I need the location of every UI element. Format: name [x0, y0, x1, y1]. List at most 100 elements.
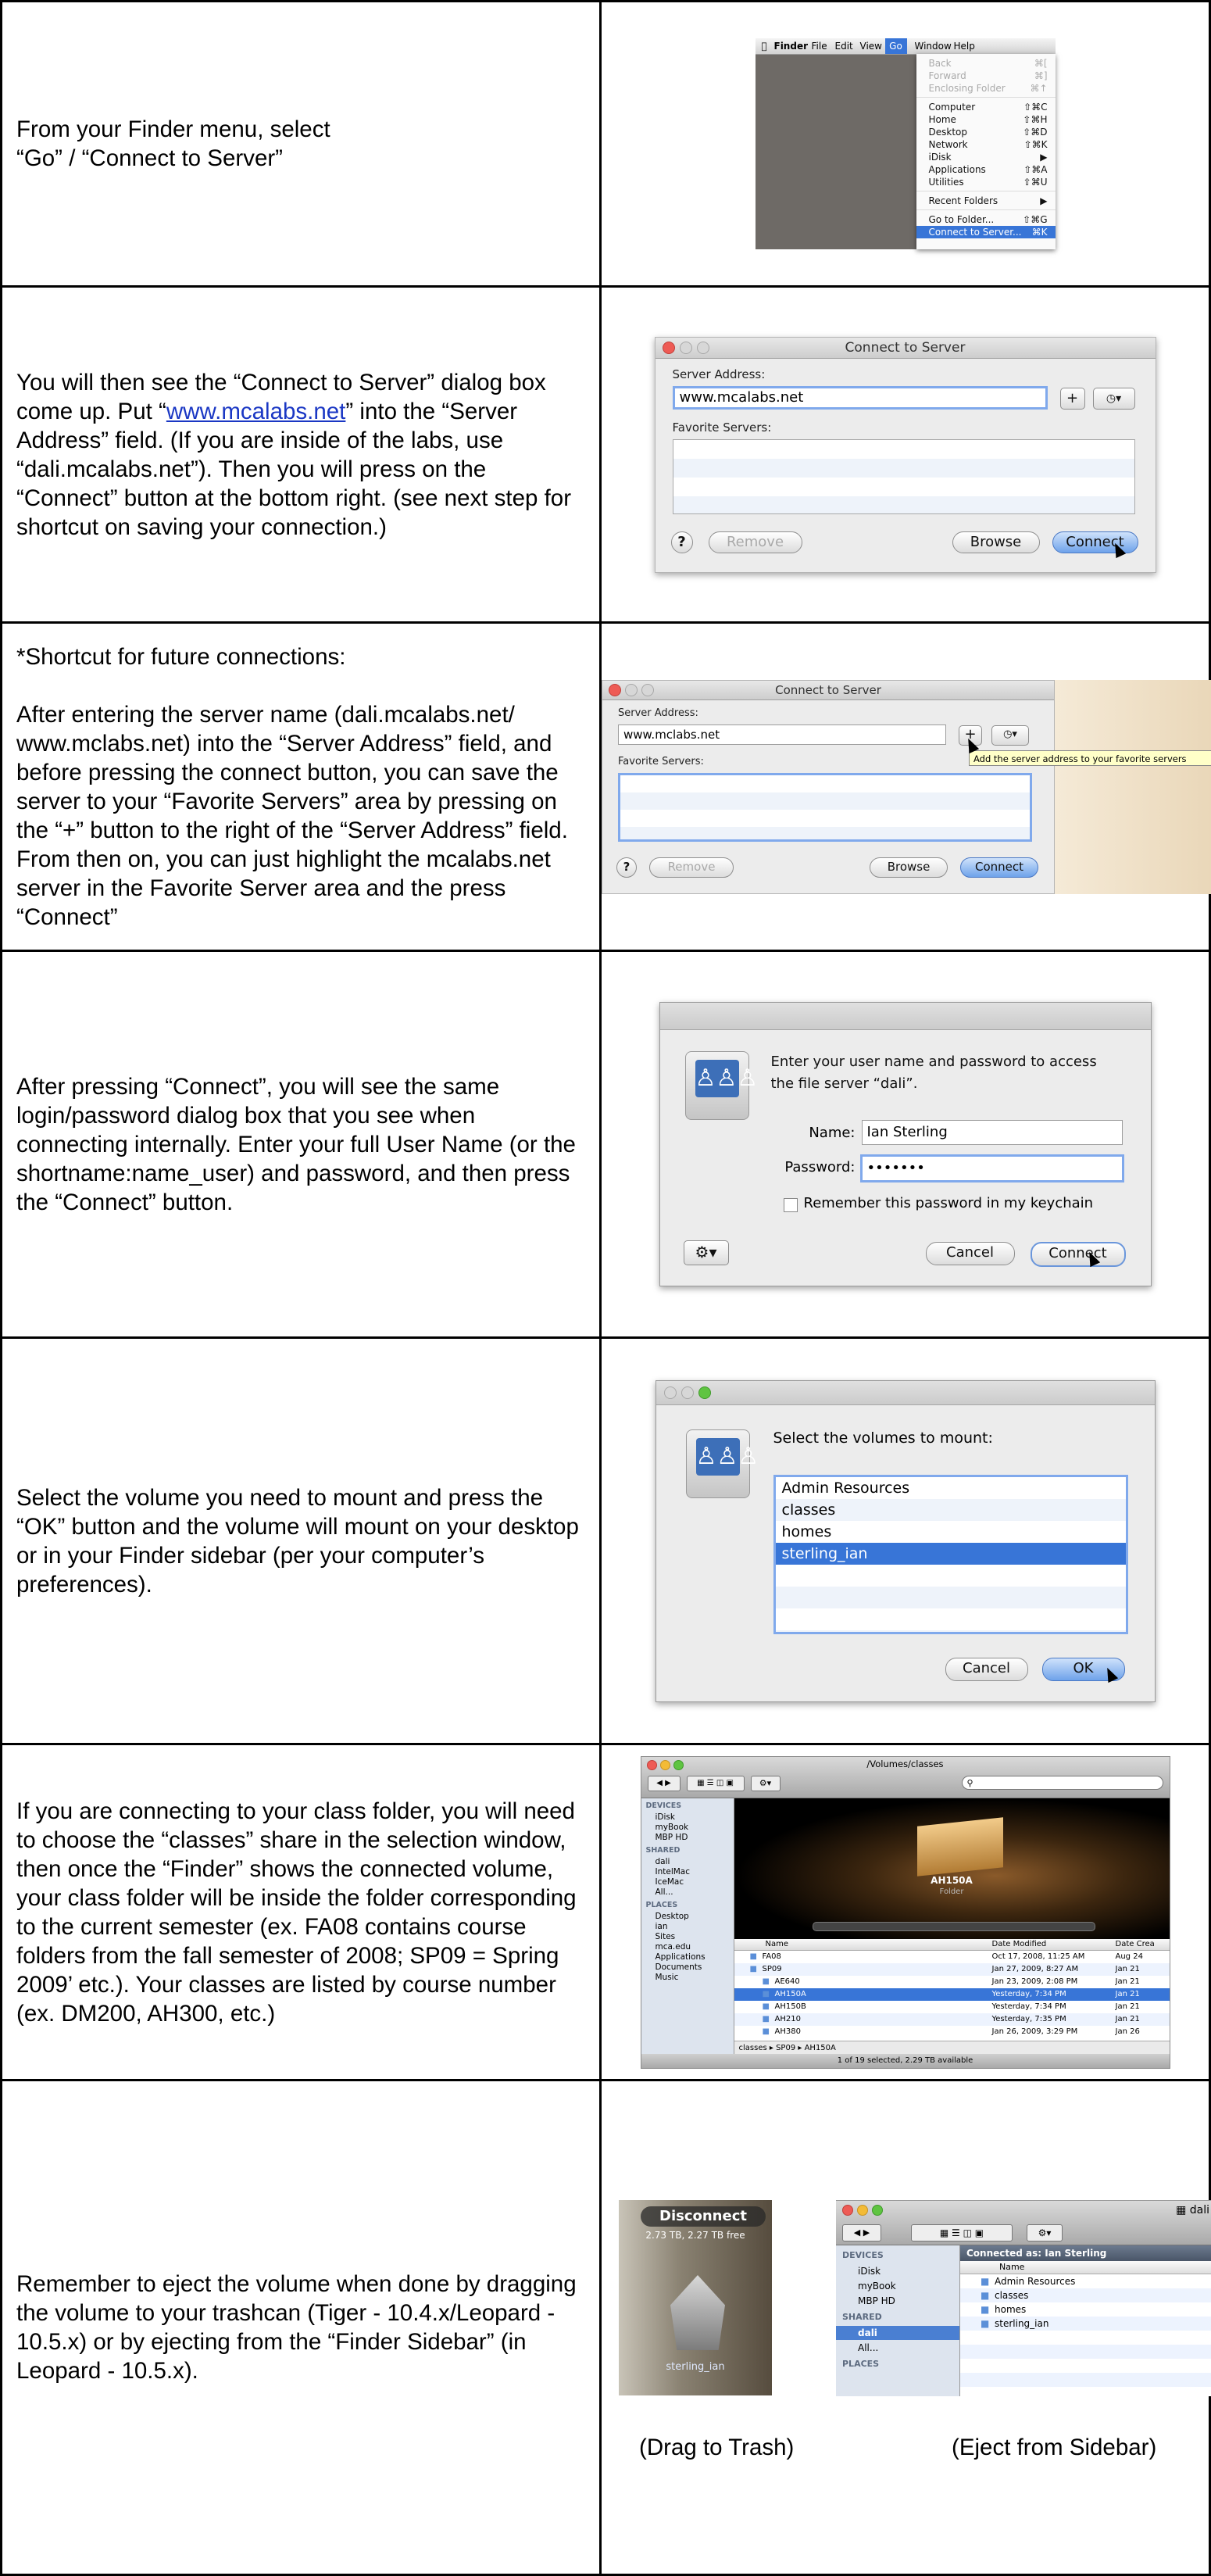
favorite-servers-list[interactable] [618, 772, 1032, 842]
server-address-field[interactable]: www.mcalabs.net [672, 385, 1048, 410]
connect-button[interactable]: Connect [1030, 1242, 1126, 1267]
volume-item[interactable]: homes [776, 1521, 1126, 1543]
help-button[interactable]: ? [616, 857, 637, 878]
minimize-icon[interactable] [857, 2205, 868, 2216]
table-row[interactable]: ■ FA08 Oct 17, 2008, 11:25 AM Aug 24 [734, 1951, 1170, 1963]
menu-item[interactable]: Back ⌘[ [916, 57, 1056, 70]
sidebar-item[interactable]: myBook [836, 2279, 959, 2293]
column-header-date-created[interactable]: Date Crea [1116, 1939, 1155, 1950]
help-button[interactable]: ? [670, 531, 693, 553]
sidebar-item[interactable]: Applications [656, 1952, 706, 1962]
sidebar-item[interactable]: IceMac [656, 1877, 684, 1887]
menu-item[interactable]: Desktop ⇧⌘D [916, 126, 1056, 138]
connect-button[interactable]: Connect [1052, 531, 1138, 553]
path-item[interactable]: AH150A [805, 2044, 836, 2052]
coverflow-scrollbar[interactable] [812, 1921, 1095, 1931]
action-menu-button[interactable]: ⚙▾ [683, 1240, 729, 1265]
menu-item[interactable]: Connect to Server... ⌘K [916, 226, 1056, 238]
sidebar-item[interactable]: iDisk [836, 2264, 959, 2278]
volumes-list[interactable]: Admin Resources classes homes sterling_ian [773, 1474, 1128, 1634]
name-field[interactable]: Ian Sterling [861, 1120, 1123, 1145]
sidebar-item[interactable]: Desktop [656, 1912, 689, 1921]
volume-item[interactable]: sterling_ian [775, 1542, 1126, 1565]
sidebar-item[interactable]: iDisk [656, 1812, 675, 1822]
menu-item[interactable]: Go to Folder... ⇧⌘G [916, 213, 1056, 226]
minimize-icon[interactable] [681, 1386, 694, 1399]
table-row[interactable]: ■ AH210 Yesterday, 7:35 PM Jan 21 [734, 2012, 1170, 2026]
list-item[interactable]: ■ Admin Resources [960, 2274, 1211, 2288]
column-header-name[interactable]: Name [766, 1939, 789, 1950]
menu-item[interactable]: Utilities ⇧⌘U [916, 176, 1056, 188]
sidebar-item[interactable]: Sites [656, 1932, 676, 1941]
menu-go[interactable]: Go [884, 38, 907, 54]
back-forward-buttons[interactable]: ◀ ▶ [842, 2224, 881, 2241]
menu-edit[interactable]: Edit [835, 38, 853, 54]
search-field[interactable]: ⚲ [961, 1775, 1163, 1790]
sidebar-item[interactable]: dali [836, 2326, 959, 2340]
menu-item[interactable]: Home ⇧⌘H [916, 113, 1056, 126]
sidebar-item[interactable]: mca.edu [656, 1942, 691, 1952]
table-row[interactable]: ■ SP09 Jan 27, 2009, 8:27 AM Jan 21 [734, 1962, 1170, 1976]
favorite-servers-list[interactable] [672, 438, 1135, 514]
volume-item[interactable]: Admin Resources [776, 1477, 1126, 1499]
sidebar-item[interactable]: Documents [656, 1962, 702, 1972]
table-row[interactable]: ■ AH150A Yesterday, 7:34 PM Jan 21 [734, 1987, 1170, 2001]
sidebar-item[interactable]: ian [656, 1922, 668, 1931]
remove-button[interactable]: Remove [708, 531, 802, 553]
list-item[interactable]: ■ homes [960, 2302, 1211, 2317]
menu-item[interactable]: Computer ⇧⌘C [916, 101, 1056, 113]
remove-button[interactable]: Remove [649, 857, 734, 878]
menu-view[interactable]: View [860, 38, 882, 54]
sidebar-item[interactable]: All... [656, 1887, 673, 1897]
back-forward-buttons[interactable]: ◀ ▶ [647, 1775, 681, 1791]
sidebar-item[interactable]: myBook [656, 1823, 689, 1832]
sidebar-item[interactable]: MBP HD [836, 2294, 959, 2308]
add-favorite-button[interactable]: + [1059, 387, 1085, 410]
menu-finder[interactable]: Finder [774, 38, 809, 54]
menu-item[interactable]: Network ⇧⌘K [916, 138, 1056, 151]
connect-button[interactable]: Connect [960, 857, 1038, 878]
close-icon[interactable] [663, 1386, 677, 1399]
server-address-field[interactable]: www.mclabs.net [618, 724, 946, 745]
zoom-icon[interactable] [872, 2205, 883, 2216]
menu-item[interactable]: Forward ⌘] [916, 70, 1056, 82]
action-button[interactable]: ⚙▾ [750, 1775, 781, 1791]
path-item[interactable]: classes [739, 2044, 767, 2052]
path-item[interactable]: SP09 [776, 2044, 795, 2052]
recent-servers-button[interactable]: ◷▾ [991, 724, 1029, 746]
table-row[interactable]: ■ AH380 Jan 26, 2009, 3:29 PM Jan 26 [734, 2026, 1170, 2038]
table-row[interactable]: ■ AE640 Jan 23, 2009, 2:08 PM Jan 21 [734, 1976, 1170, 1988]
sidebar-item[interactable]: Music [656, 1973, 679, 1982]
close-icon[interactable] [842, 2205, 853, 2216]
volume-item[interactable]: classes [776, 1499, 1126, 1521]
sidebar-item[interactable]: MBP HD [656, 1833, 688, 1842]
sidebar-item[interactable]: IntelMac [656, 1867, 691, 1877]
column-header-name[interactable]: Name [960, 2261, 1211, 2274]
list-item[interactable]: ■ classes [960, 2288, 1211, 2302]
password-field[interactable]: ••••••• [859, 1154, 1124, 1182]
zoom-icon[interactable] [698, 1386, 711, 1399]
recent-servers-button[interactable]: ◷▾ [1092, 387, 1135, 410]
cancel-button[interactable]: Cancel [945, 1657, 1028, 1681]
browse-button[interactable]: Browse [952, 531, 1040, 553]
menu-item[interactable]: Enclosing Folder ⌘↑ [916, 82, 1056, 95]
cancel-button[interactable]: Cancel [925, 1242, 1015, 1265]
menu-item[interactable]: Applications ⇧⌘A [916, 163, 1056, 176]
list-item[interactable]: ■ sterling_ian [960, 2317, 1211, 2331]
view-buttons[interactable]: ▦ ☰ ◫ ▣ [686, 1775, 745, 1791]
sidebar-item[interactable]: All... [836, 2341, 959, 2355]
mcalabs-link[interactable]: www.mcalabs.net [166, 399, 346, 424]
menu-help[interactable]: Help [954, 38, 975, 54]
menu-item[interactable]: iDisk ▶ [916, 151, 1056, 163]
menu-window[interactable]: Window [915, 38, 952, 54]
menu-item[interactable]: Recent Folders ▶ [916, 195, 1056, 207]
view-buttons[interactable]: ▦ ☰ ◫ ▣ [911, 2224, 1013, 2241]
table-row[interactable]: ■ AH150B Yesterday, 7:34 PM Jan 21 [734, 2001, 1170, 2013]
eject-trash-icon[interactable] [670, 2275, 725, 2350]
action-button[interactable]: ⚙▾ [1027, 2224, 1063, 2241]
column-header-date-modified[interactable]: Date Modified [992, 1939, 1047, 1950]
browse-button[interactable]: Browse [870, 857, 948, 878]
sidebar-item[interactable]: dali [656, 1857, 670, 1866]
menu-file[interactable]: File [812, 38, 827, 54]
remember-checkbox[interactable] [783, 1198, 798, 1212]
